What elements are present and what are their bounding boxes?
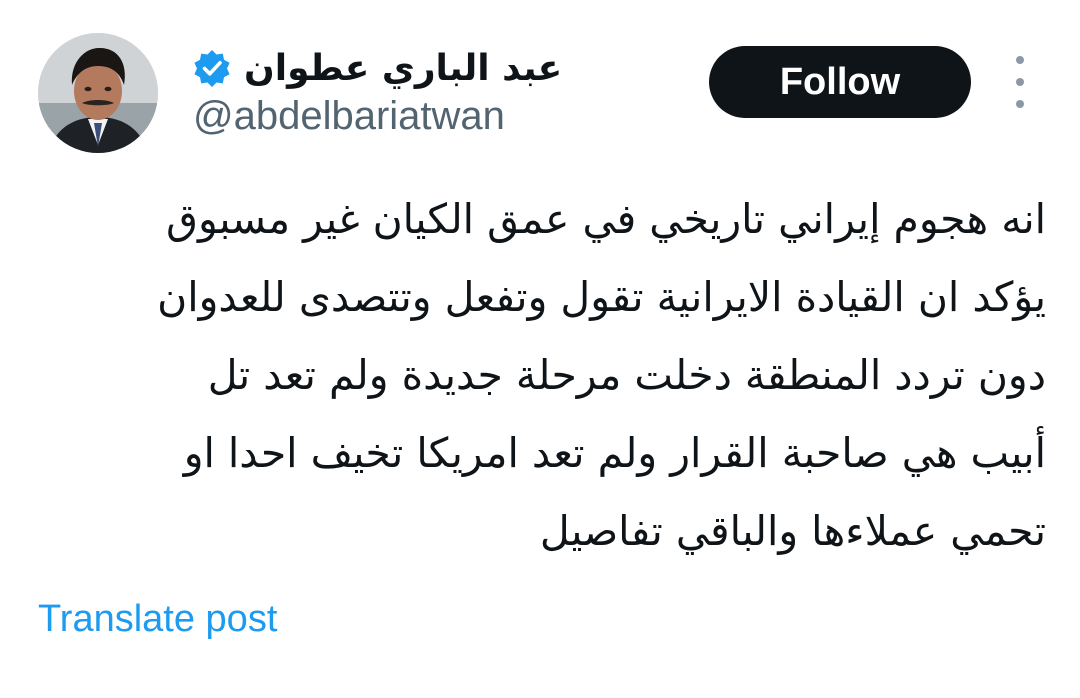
author-handle[interactable]: @abdelbariatwan — [193, 94, 505, 139]
verified-badge-icon — [194, 50, 230, 87]
avatar-portrait-image — [38, 33, 158, 153]
author-name-row: عبد الباري عطوان — [192, 40, 562, 96]
more-vertical-icon[interactable] — [1005, 56, 1035, 108]
more-dot — [1016, 56, 1024, 64]
translate-post-link[interactable]: Translate post — [38, 598, 277, 641]
author-display-name[interactable]: عبد الباري عطوان — [244, 48, 562, 89]
follow-button[interactable]: Follow — [709, 46, 971, 118]
post-text-line: يؤكد ان القيادة الايرانية تقول وتفعل وتت… — [157, 273, 1046, 321]
post-text-line: انه هجوم إيراني تاريخي في عمق الكيان غير… — [166, 195, 1046, 243]
more-dot — [1016, 100, 1024, 108]
author-avatar[interactable] — [38, 33, 158, 153]
post-text-line: أبيب هي صاحبة القرار ولم تعد امريكا تخيف… — [183, 429, 1046, 477]
post-text-line: دون تردد المنطقة دخلت مرحلة جديدة ولم تع… — [207, 351, 1046, 399]
post-text-line: تحمي عملاءها والباقي تفاصيل — [539, 507, 1046, 555]
post-text: انه هجوم إيراني تاريخي في عمق الكيان غير… — [36, 180, 1046, 570]
more-dot — [1016, 78, 1024, 86]
